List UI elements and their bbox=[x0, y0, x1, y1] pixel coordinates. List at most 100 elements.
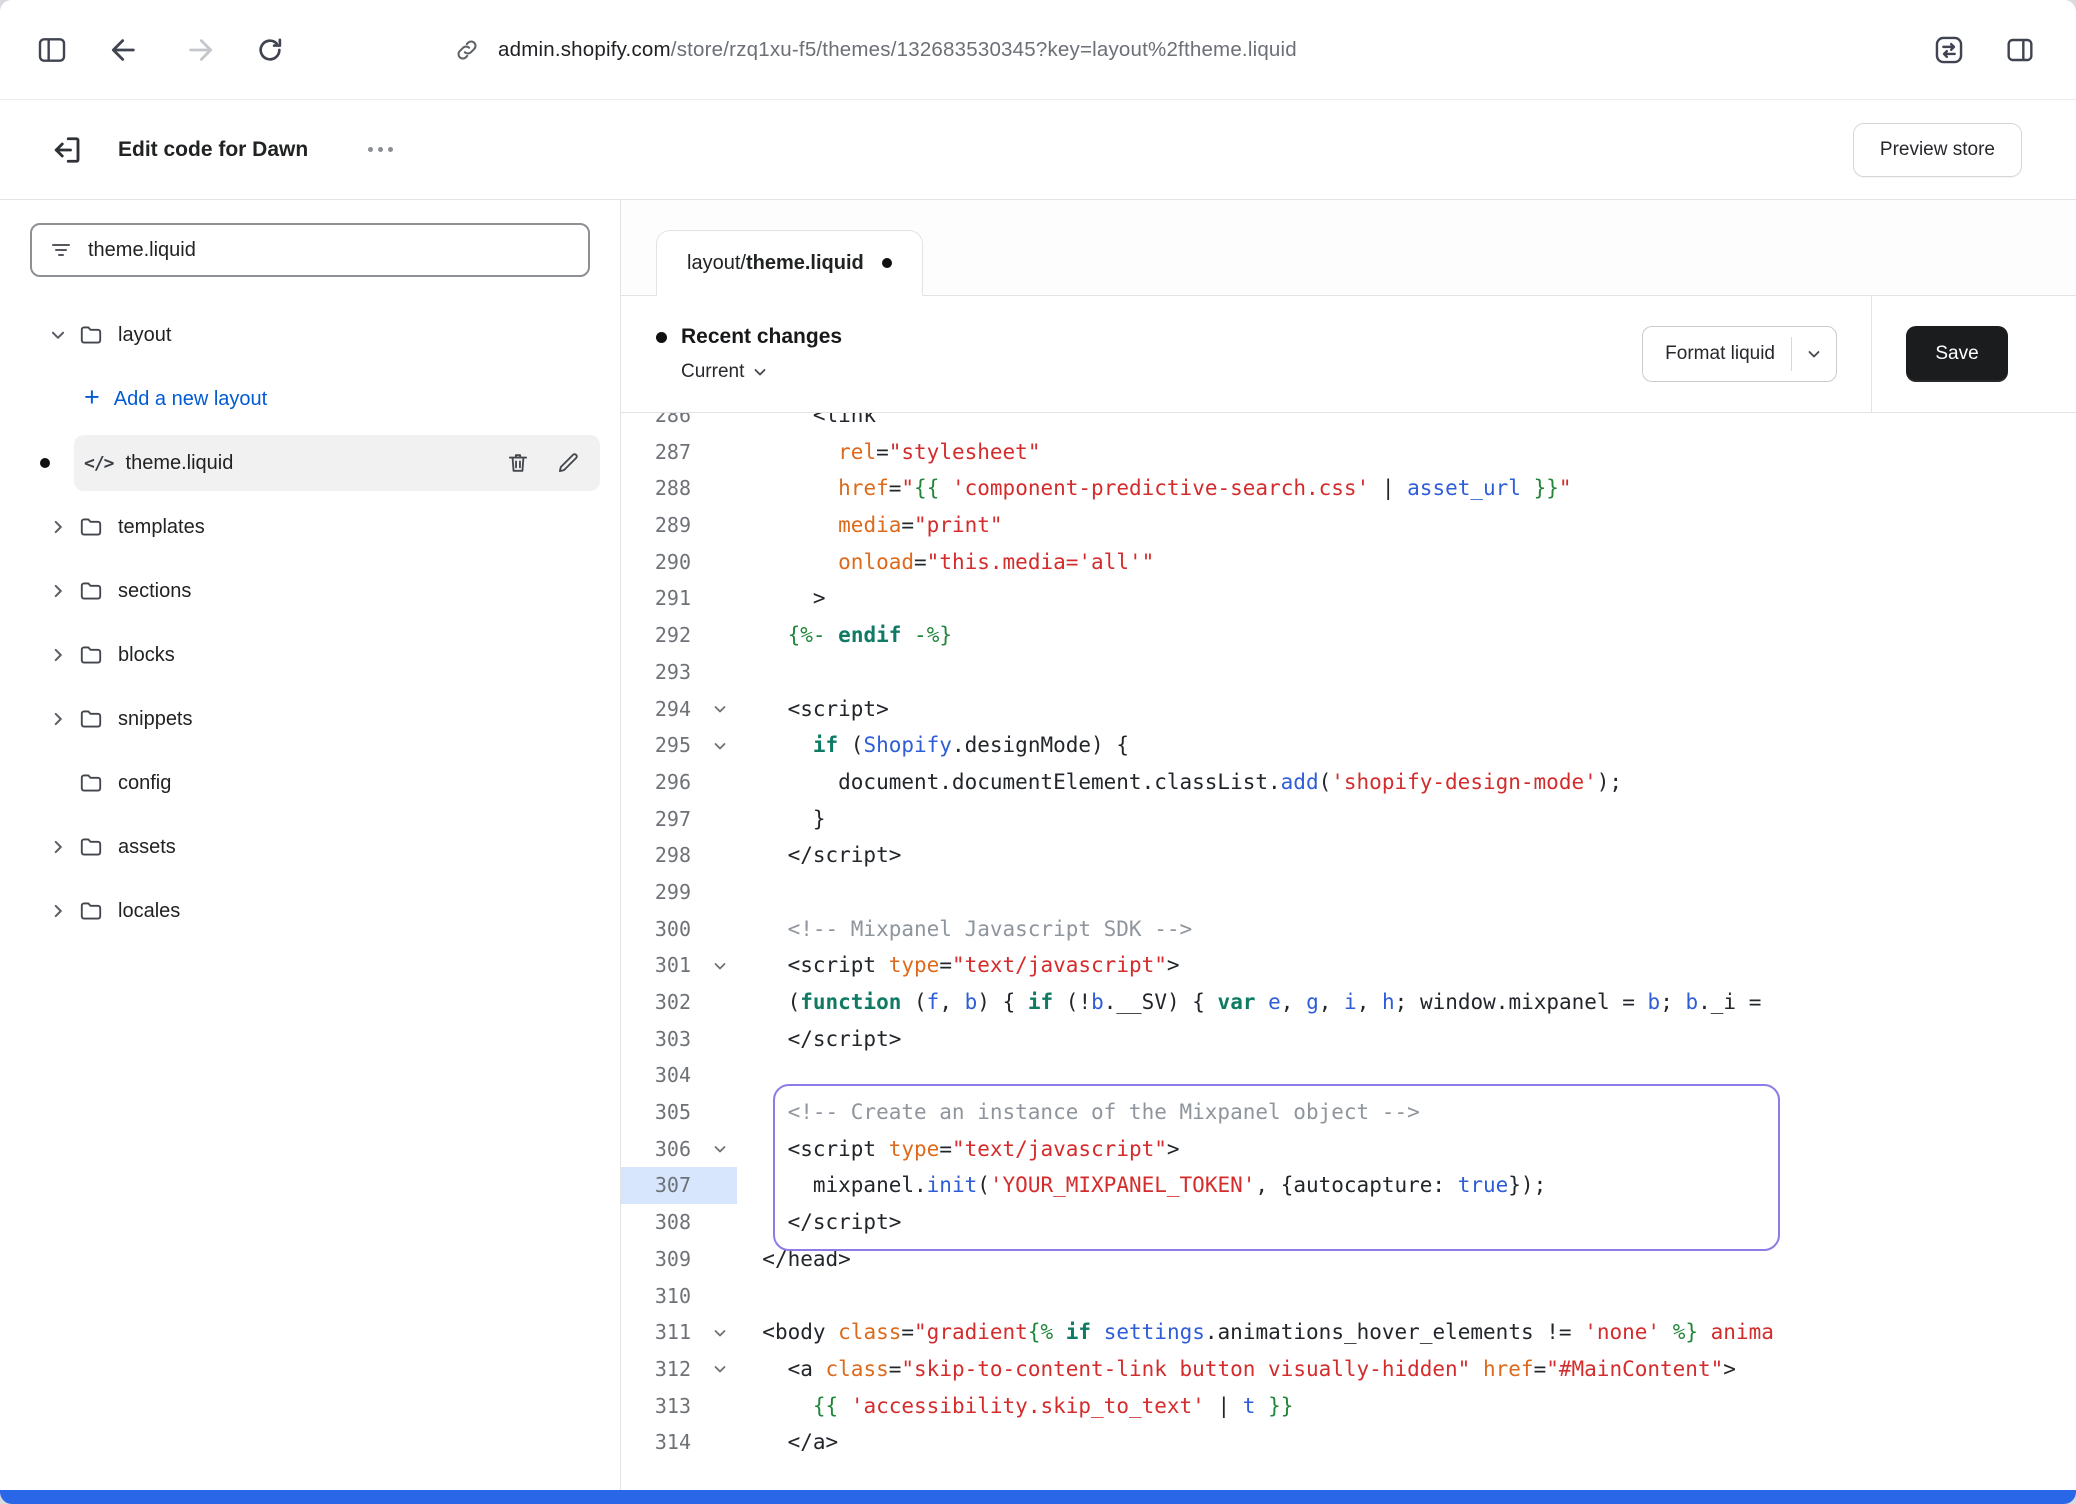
recent-changes-dot bbox=[656, 332, 667, 343]
format-liquid-button[interactable]: Format liquid bbox=[1642, 326, 1837, 382]
file-search-input[interactable]: theme.liquid bbox=[30, 223, 590, 277]
fold-spacer bbox=[703, 580, 737, 617]
fold-spacer bbox=[703, 1167, 737, 1204]
bottom-accent-bar bbox=[0, 1490, 2076, 1504]
code-line-313[interactable]: 313 {{ 'accessibility.skip_to_text' | t … bbox=[621, 1388, 2076, 1425]
sidebar-item-sections[interactable]: sections bbox=[0, 559, 620, 623]
extension-icon[interactable] bbox=[1932, 33, 1966, 67]
code-line-293[interactable]: 293 bbox=[621, 654, 2076, 691]
code-line-301[interactable]: 301 <script type="text/javascript"> bbox=[621, 947, 2076, 984]
code-line-311[interactable]: 311 <body class="gradient{% if settings.… bbox=[621, 1314, 2076, 1351]
code-line-305[interactable]: 305 <!-- Create an instance of the Mixpa… bbox=[621, 1094, 2076, 1131]
sidebar-item-label: templates bbox=[118, 516, 205, 539]
fold-chevron-icon[interactable] bbox=[703, 1131, 737, 1168]
code-line-307[interactable]: 307 mixpanel.init('YOUR_MIXPANEL_TOKEN',… bbox=[621, 1167, 2076, 1204]
code-line-287[interactable]: 287 rel="stylesheet" bbox=[621, 434, 2076, 471]
code-line-288[interactable]: 288 href="{{ 'component-predictive-searc… bbox=[621, 470, 2076, 507]
code-line-300[interactable]: 300 <!-- Mixpanel Javascript SDK --> bbox=[621, 911, 2076, 948]
code-line-314[interactable]: 314 </a> bbox=[621, 1424, 2076, 1461]
code-editor[interactable]: 286 <link287 rel="stylesheet"288 href="{… bbox=[621, 413, 2076, 1490]
fold-spacer bbox=[703, 1021, 737, 1058]
fold-spacer bbox=[703, 1278, 737, 1315]
code-line-308[interactable]: 308 </script> bbox=[621, 1204, 2076, 1241]
code-line-298[interactable]: 298 </script> bbox=[621, 837, 2076, 874]
sidebar-item-templates[interactable]: templates bbox=[0, 495, 620, 559]
pencil-icon[interactable] bbox=[555, 450, 581, 476]
sidebar-item-add-layout[interactable]: +Add a new layout bbox=[0, 367, 620, 431]
code-line-309[interactable]: 309 </head> bbox=[621, 1241, 2076, 1278]
exit-code-editor-icon[interactable] bbox=[48, 132, 84, 168]
more-actions-icon[interactable] bbox=[360, 139, 401, 160]
fold-spacer bbox=[703, 507, 737, 544]
folder-icon bbox=[78, 514, 104, 540]
line-number: 293 bbox=[621, 654, 703, 691]
chevron-right-icon[interactable] bbox=[46, 515, 70, 539]
back-button-icon[interactable] bbox=[108, 34, 140, 66]
code-line-295[interactable]: 295 if (Shopify.designMode) { bbox=[621, 727, 2076, 764]
forward-button-icon[interactable] bbox=[184, 34, 216, 66]
code-line-302[interactable]: 302 (function (f, b) { if (!b.__SV) { va… bbox=[621, 984, 2076, 1021]
code-text: <a class="skip-to-content-link button vi… bbox=[737, 1351, 2076, 1388]
line-number: 286 bbox=[621, 413, 703, 434]
fold-spacer bbox=[703, 1241, 737, 1278]
fold-spacer bbox=[703, 1204, 737, 1241]
filter-icon bbox=[49, 238, 73, 262]
code-line-291[interactable]: 291 > bbox=[621, 580, 2076, 617]
code-line-312[interactable]: 312 <a class="skip-to-content-link butto… bbox=[621, 1351, 2076, 1388]
preview-store-button[interactable]: Preview store bbox=[1853, 123, 2022, 177]
code-line-306[interactable]: 306 <script type="text/javascript"> bbox=[621, 1131, 2076, 1168]
url-path: /store/rzq1xu-f5/themes/132683530345?key… bbox=[671, 38, 1297, 61]
chevron-right-icon[interactable] bbox=[46, 643, 70, 667]
code-line-290[interactable]: 290 onload="this.media='all'" bbox=[621, 544, 2076, 581]
code-text bbox=[737, 1278, 2076, 1315]
code-line-303[interactable]: 303 </script> bbox=[621, 1021, 2076, 1058]
sidebar-item-blocks[interactable]: blocks bbox=[0, 623, 620, 687]
address-bar[interactable]: admin.shopify.com/store/rzq1xu-f5/themes… bbox=[454, 37, 1297, 63]
save-button[interactable]: Save bbox=[1906, 326, 2008, 382]
row-actions bbox=[505, 431, 581, 495]
code-line-310[interactable]: 310 bbox=[621, 1278, 2076, 1315]
sidebar-item-snippets[interactable]: snippets bbox=[0, 687, 620, 751]
folder-icon bbox=[78, 706, 104, 732]
chevron-down-icon[interactable] bbox=[1792, 346, 1836, 362]
sidebar-item-label: layout bbox=[118, 324, 171, 347]
code-lines: 286 <link287 rel="stylesheet"288 href="{… bbox=[621, 413, 2076, 1461]
fold-chevron-icon[interactable] bbox=[703, 1314, 737, 1351]
sidebar-item-locales[interactable]: locales bbox=[0, 879, 620, 943]
code-text: </a> bbox=[737, 1424, 2076, 1461]
version-dropdown[interactable]: Current bbox=[681, 361, 842, 383]
code-line-299[interactable]: 299 bbox=[621, 874, 2076, 911]
editor-toolbar: Recent changes Current Format liquid bbox=[621, 296, 2076, 413]
chevron-right-icon[interactable] bbox=[46, 899, 70, 923]
sidebar-item-config[interactable]: config bbox=[0, 751, 620, 815]
code-line-294[interactable]: 294 <script> bbox=[621, 691, 2076, 728]
sidebar-toggle-icon[interactable] bbox=[36, 34, 68, 66]
split-view-icon[interactable] bbox=[2004, 34, 2036, 66]
code-line-292[interactable]: 292 {%- endif -%} bbox=[621, 617, 2076, 654]
fold-chevron-icon[interactable] bbox=[703, 1351, 737, 1388]
chevron-right-icon[interactable] bbox=[46, 707, 70, 731]
folder-icon bbox=[78, 322, 104, 348]
chevron-right-icon[interactable] bbox=[46, 579, 70, 603]
fold-spacer bbox=[703, 1094, 737, 1131]
tab-layout-theme-liquid[interactable]: layout/theme.liquid bbox=[656, 230, 923, 296]
code-line-286[interactable]: 286 <link bbox=[621, 413, 2076, 434]
sidebar-item-assets[interactable]: assets bbox=[0, 815, 620, 879]
fold-spacer bbox=[703, 1424, 737, 1461]
line-number: 302 bbox=[621, 984, 703, 1021]
sidebar-item-layout[interactable]: layout bbox=[0, 303, 620, 367]
code-text: </script> bbox=[737, 1204, 2076, 1241]
line-number: 294 bbox=[621, 691, 703, 728]
code-line-296[interactable]: 296 document.documentElement.classList.a… bbox=[621, 764, 2076, 801]
trash-icon[interactable] bbox=[505, 450, 531, 476]
chevron-right-icon[interactable] bbox=[46, 835, 70, 859]
code-line-297[interactable]: 297 } bbox=[621, 801, 2076, 838]
fold-chevron-icon[interactable] bbox=[703, 727, 737, 764]
sidebar-item-theme-liquid[interactable]: </>theme.liquid bbox=[0, 431, 620, 495]
code-line-304[interactable]: 304 bbox=[621, 1057, 2076, 1094]
fold-chevron-icon[interactable] bbox=[703, 691, 737, 728]
chevron-down-icon[interactable] bbox=[46, 323, 70, 347]
code-line-289[interactable]: 289 media="print" bbox=[621, 507, 2076, 544]
fold-chevron-icon[interactable] bbox=[703, 947, 737, 984]
reload-icon[interactable] bbox=[254, 34, 286, 66]
